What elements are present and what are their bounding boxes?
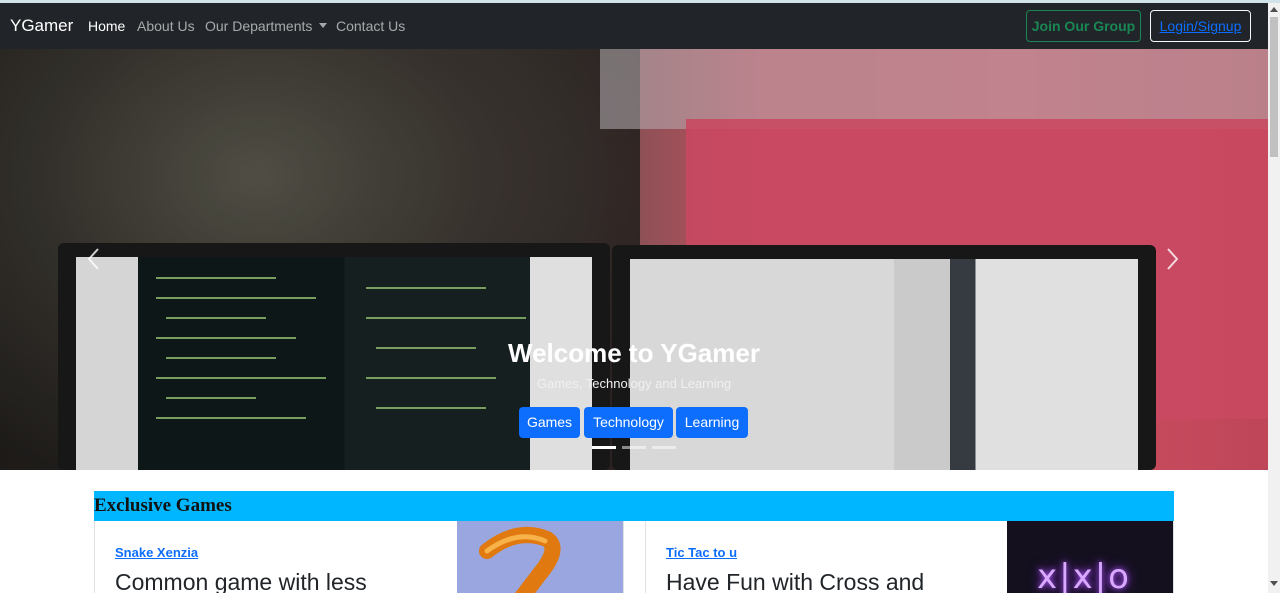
section-title-exclusive-games: Exclusive Games — [94, 491, 1174, 521]
carousel-prev-icon[interactable] — [84, 245, 104, 273]
brand-logo[interactable]: YGamer — [10, 16, 73, 36]
game-card-snake: Snake Xenzia Common game with less — [94, 521, 624, 593]
carousel-subtitle: Games, Technology and Learning — [536, 376, 732, 391]
learning-button[interactable]: Learning — [676, 407, 748, 438]
card-title-snake: Common game with less — [115, 569, 367, 593]
tic-tac-thumbnail: x|x|o — [1007, 521, 1173, 593]
navbar: YGamer Home About Us Our Departments Con… — [0, 3, 1268, 49]
scroll-up-icon[interactable] — [1270, 7, 1278, 12]
card-title-tic-tac: Have Fun with Cross and — [666, 569, 925, 593]
scrollbar-thumb[interactable] — [1270, 17, 1278, 157]
login-signup-button[interactable]: Login/Signup — [1150, 10, 1251, 42]
nav-link-contact-us[interactable]: Contact Us — [336, 18, 405, 34]
scrollbar[interactable] — [1268, 3, 1280, 593]
carousel-title: Welcome to YGamer — [508, 338, 760, 368]
snake-game-thumbnail — [457, 521, 623, 593]
carousel-next-icon[interactable] — [1162, 245, 1182, 273]
hero-carousel: Welcome to YGamer Games, Technology and … — [0, 49, 1268, 470]
scroll-down-icon[interactable] — [1270, 581, 1278, 586]
carousel-indicator-2[interactable] — [622, 446, 646, 449]
page: YGamer Home About Us Our Departments Con… — [0, 3, 1268, 593]
games-button[interactable]: Games — [519, 407, 580, 438]
tic-tac-neon-text: x|x|o — [1037, 557, 1131, 593]
technology-button[interactable]: Technology — [584, 407, 673, 438]
card-link-snake-xenzia[interactable]: Snake Xenzia — [115, 545, 198, 560]
carousel-indicator-3[interactable] — [652, 446, 676, 449]
nav-link-home[interactable]: Home — [88, 18, 125, 34]
nav-dropdown-label: Our Departments — [205, 18, 313, 34]
carousel-caption: Welcome to YGamer Games, Technology and … — [434, 337, 834, 392]
game-card-tic-tac: Tic Tac to u Have Fun with Cross and x|x… — [645, 521, 1174, 593]
join-group-button[interactable]: Join Our Group — [1026, 10, 1141, 42]
card-link-tic-tac[interactable]: Tic Tac to u — [666, 545, 737, 560]
carousel-indicator-1[interactable] — [592, 446, 616, 449]
chevron-down-icon — [319, 23, 328, 28]
nav-dropdown-departments[interactable]: Our Departments — [205, 18, 328, 34]
nav-link-about-us[interactable]: About Us — [137, 18, 195, 34]
